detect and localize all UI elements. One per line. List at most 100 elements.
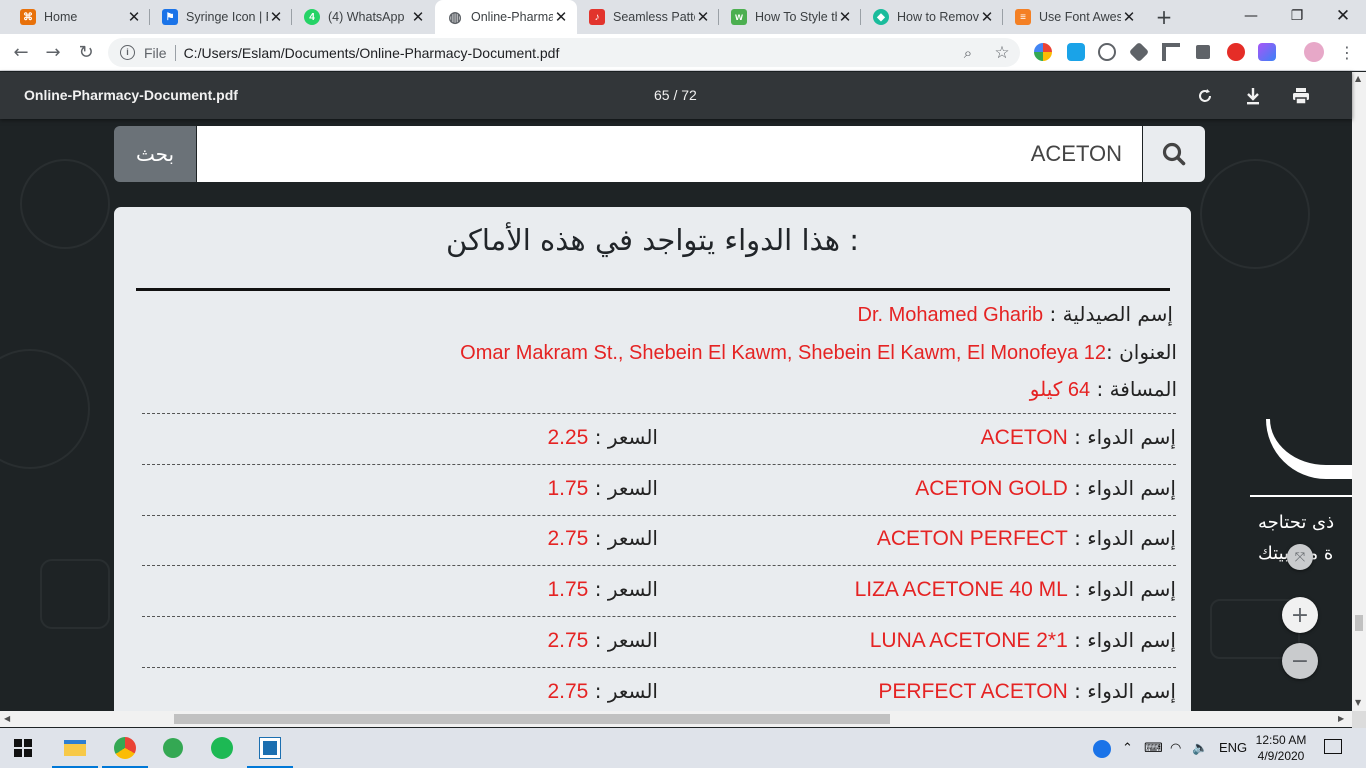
taskbar-app-green[interactable] <box>150 728 196 768</box>
drug-row: إسم الدواء : ACETON GOLD السعر : 1.75 <box>142 465 1176 515</box>
chrome-menu-icon[interactable]: ⋮ <box>1334 40 1360 66</box>
download-icon[interactable] <box>1241 84 1265 108</box>
drug-name: ACETON GOLD <box>915 477 1068 500</box>
address-bar[interactable]: i File C:/Users/Eslam/Documents/Online-P… <box>108 38 1020 67</box>
input-language[interactable]: ENG <box>1219 740 1247 755</box>
new-tab-button[interactable]: + <box>1152 5 1176 29</box>
tab-favicon-icon: w <box>731 9 747 25</box>
taskbar-chrome[interactable] <box>102 728 148 768</box>
system-clock[interactable]: 12:50 AM 4/9/2020 <box>1252 732 1310 764</box>
tab-seamless-pattern[interactable]: ♪ Seamless Patte ✕ <box>577 0 719 34</box>
tab-how-to-style[interactable]: w How To Style th ✕ <box>719 0 861 34</box>
info-icon[interactable]: i <box>120 45 135 60</box>
close-tab-icon[interactable]: ✕ <box>1121 8 1137 26</box>
forward-button[interactable]: → <box>40 40 66 66</box>
close-tab-icon[interactable]: ✕ <box>979 8 995 26</box>
bookmark-star-icon[interactable]: ☆ <box>992 43 1012 63</box>
drug-name-cell: إسم الدواء : ACETON <box>980 425 1176 449</box>
scroll-right-arrow-icon[interactable]: ▶ <box>1338 714 1344 723</box>
tray-chevron-icon[interactable]: ⌃ <box>1122 740 1133 756</box>
close-tab-icon[interactable]: ✕ <box>410 8 426 26</box>
close-tab-icon[interactable]: ✕ <box>268 8 284 26</box>
back-button[interactable]: ← <box>8 40 34 66</box>
close-tab-icon[interactable]: ✕ <box>126 8 142 26</box>
taskbar-file-explorer[interactable] <box>52 728 98 768</box>
keyboard-icon[interactable]: ⌨ <box>1144 740 1163 756</box>
folder-icon <box>64 740 86 756</box>
close-tab-icon[interactable]: ✕ <box>553 8 569 26</box>
search-submit-button[interactable]: بحث <box>114 126 196 182</box>
zoom-in-button[interactable]: + <box>1282 597 1318 633</box>
pharmacy-name-label: إسم الصيدلية : <box>1049 302 1173 326</box>
tab-syringe-icon[interactable]: ⚑ Syringe Icon | F ✕ <box>150 0 292 34</box>
extension-cloud-icon[interactable] <box>1098 43 1116 61</box>
distance-label: المسافة : <box>1096 377 1177 401</box>
tab-whatsapp[interactable]: 4 (4) WhatsApp ✕ <box>292 0 434 34</box>
drug-price-cell: السعر : 2.75 <box>547 679 658 703</box>
drug-row: إسم الدواء : ACETON السعر : 2.25 <box>142 414 1176 464</box>
extension-google-icon[interactable] <box>1034 43 1052 61</box>
minimize-button[interactable]: — <box>1228 0 1274 32</box>
vertical-scrollbar[interactable]: ▲ ▼ <box>1352 72 1366 711</box>
results-heading: هذا الدواء يتواجد في هذه الأماكن : <box>445 223 860 257</box>
close-window-button[interactable]: ✕ <box>1320 0 1366 32</box>
extension-cube-icon[interactable] <box>1128 41 1150 63</box>
page-indicator[interactable]: 65 / 72 <box>654 87 697 103</box>
tab-title: Use Font Awes <box>1039 10 1121 24</box>
drug-name-cell: إسم الدواء : ACETON PERFECT <box>876 526 1176 550</box>
windows-logo-icon <box>14 739 32 757</box>
extension-eyedropper-icon[interactable] <box>1196 45 1210 59</box>
taskbar-spotify[interactable] <box>199 728 245 768</box>
stackoverflow-icon: ≡ <box>1015 9 1031 25</box>
pharmacy-name-value: Dr. Mohamed Gharib <box>857 304 1044 326</box>
horizontal-scroll-thumb[interactable] <box>174 714 890 724</box>
wifi-icon[interactable]: ◠ <box>1170 740 1181 756</box>
drug-name-cell: إسم الدواء : LUNA ACETONE 2*1 <box>869 628 1176 652</box>
search-input[interactable]: ACETON <box>197 126 1142 182</box>
slide-decoration <box>1266 419 1352 479</box>
reload-button[interactable]: ↻ <box>73 40 99 66</box>
close-tab-icon[interactable]: ✕ <box>695 8 711 26</box>
scroll-down-arrow-icon[interactable]: ▼ <box>1355 698 1361 707</box>
slide-text-line: ذى تحتاجه <box>1258 512 1335 533</box>
tab-how-to-remove[interactable]: ◆ How to Remov ✕ <box>861 0 1003 34</box>
tab-title: Syringe Icon | F <box>186 10 268 24</box>
tab-favicon-icon: ◆ <box>873 9 889 25</box>
rotate-icon[interactable] <box>1193 84 1217 108</box>
start-button[interactable] <box>0 728 46 768</box>
vertical-scroll-thumb[interactable] <box>1355 615 1363 631</box>
search-icon-button[interactable] <box>1143 126 1205 182</box>
print-icon[interactable] <box>1289 84 1313 108</box>
close-tab-icon[interactable]: ✕ <box>837 8 853 26</box>
plus-icon: + <box>1290 602 1310 628</box>
notifications-icon[interactable] <box>1324 739 1342 754</box>
horizontal-scrollbar[interactable]: ◀ ▶ <box>0 711 1352 727</box>
profile-avatar[interactable] <box>1304 42 1324 62</box>
drug-price: 2.25 <box>547 426 589 449</box>
help-icon[interactable] <box>1093 740 1111 758</box>
extension-translate-icon[interactable] <box>1067 43 1085 61</box>
extension-youtube-icon[interactable] <box>1227 43 1245 61</box>
fit-to-page-button[interactable]: ⤧ <box>1287 544 1313 570</box>
volume-icon[interactable]: 🔈 <box>1192 740 1208 756</box>
scroll-left-arrow-icon[interactable]: ◀ <box>4 714 10 723</box>
tab-use-font-awesome[interactable]: ≡ Use Font Awes ✕ <box>1003 0 1145 34</box>
drug-price: 2.75 <box>547 680 589 703</box>
windows-taskbar: ⌃ ⌨ ◠ 🔈 ENG 12:50 AM 4/9/2020 <box>0 728 1366 768</box>
tab-online-pharmacy[interactable]: ◍ Online-Pharma ✕ <box>435 0 577 34</box>
scroll-up-arrow-icon[interactable]: ▲ <box>1355 74 1361 83</box>
drug-price-cell: السعر : 1.75 <box>547 476 658 500</box>
url-text[interactable]: C:/Users/Eslam/Documents/Online-Pharmacy… <box>184 45 560 61</box>
maximize-button[interactable]: ❐ <box>1274 0 1320 32</box>
extension-ruler-icon[interactable] <box>1162 43 1180 61</box>
tab-home[interactable]: ⌘ Home ✕ <box>8 0 150 34</box>
zoom-icon[interactable]: ⌕ <box>958 43 978 63</box>
zoom-out-button[interactable]: − <box>1282 643 1318 679</box>
tab-title: Seamless Patte <box>613 10 695 24</box>
drug-name: ACETON <box>980 426 1068 449</box>
tab-favicon-icon: ♪ <box>589 9 605 25</box>
drug-name-cell: إسم الدواء : ACETON GOLD <box>915 476 1176 500</box>
taskbar-brackets[interactable] <box>247 728 293 768</box>
tab-title: (4) WhatsApp <box>328 10 405 24</box>
extension-pen-icon[interactable] <box>1258 43 1276 61</box>
